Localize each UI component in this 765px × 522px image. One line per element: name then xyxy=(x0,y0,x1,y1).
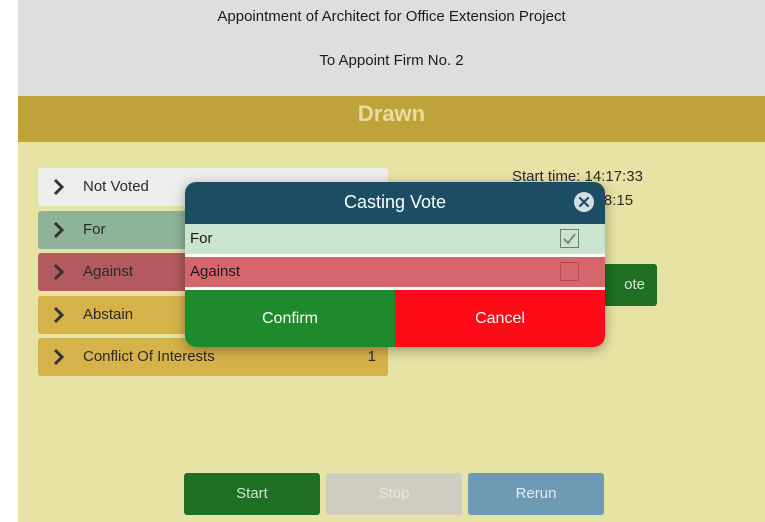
list-item-label: Against xyxy=(83,263,134,280)
dialog-actions: Confirm Cancel xyxy=(185,290,605,347)
rerun-button[interactable]: Rerun xyxy=(468,473,604,515)
chevron-right-icon xyxy=(53,178,65,196)
option-label: For xyxy=(190,230,213,247)
close-icon[interactable] xyxy=(574,192,594,212)
option-against-checkbox[interactable] xyxy=(560,262,579,281)
list-item-label: Abstain xyxy=(83,306,134,323)
confirm-button[interactable]: Confirm xyxy=(185,290,395,347)
cancel-button[interactable]: Cancel xyxy=(395,290,605,347)
stop-button[interactable]: Stop xyxy=(326,473,462,515)
casting-vote-dialog: Casting Vote For Against Confirm Cancel xyxy=(185,182,605,347)
page-subtitle: To Appoint Firm No. 2 xyxy=(319,52,464,69)
list-item-label: For xyxy=(83,221,106,238)
dialog-title: Casting Vote xyxy=(343,192,447,212)
chevron-right-icon xyxy=(53,263,65,281)
start-button[interactable]: Start xyxy=(184,473,320,515)
app-root: Appointment of Architect for Office Exte… xyxy=(18,0,765,522)
chevron-right-icon xyxy=(53,221,65,239)
option-label: Against xyxy=(190,263,241,280)
option-against[interactable]: Against xyxy=(185,257,605,287)
option-for-checkbox[interactable] xyxy=(560,229,579,248)
chevron-right-icon xyxy=(53,306,65,324)
dialog-header: Casting Vote xyxy=(185,182,605,224)
status-text: Drawn xyxy=(357,101,426,126)
checkmark-icon xyxy=(563,233,576,245)
option-for[interactable]: For xyxy=(185,224,605,254)
list-item-label: Not Voted xyxy=(83,178,149,195)
chevron-right-icon xyxy=(53,348,65,366)
status-bar: Drawn xyxy=(18,96,765,142)
page-header: Appointment of Architect for Office Exte… xyxy=(18,0,765,96)
page-title: Appointment of Architect for Office Exte… xyxy=(217,8,566,25)
